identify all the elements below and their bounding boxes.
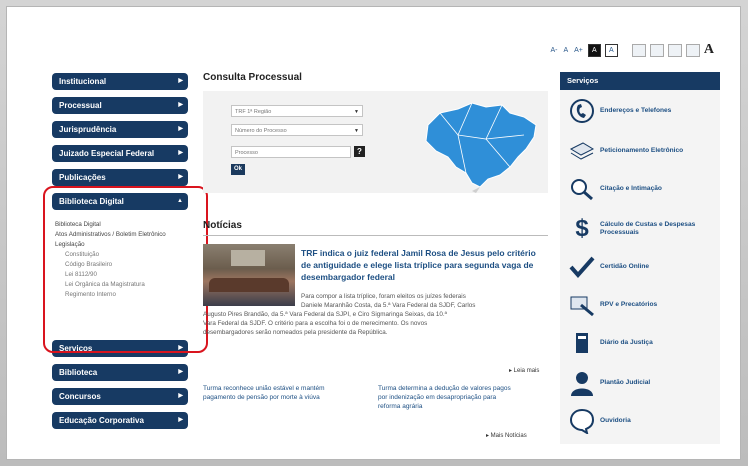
more-news-link[interactable]: ▸ Mais Notícias	[486, 432, 527, 439]
service-citacao[interactable]: Citação e Intimação	[560, 172, 720, 206]
process-input[interactable]: Processo	[231, 146, 351, 158]
magnifier-icon	[568, 176, 596, 202]
menu-juizado[interactable]: Juizado Especial Federal ▶	[52, 145, 188, 162]
menu-biblioteca[interactable]: Biblioteca ▶	[52, 364, 188, 381]
accessibility-toolbar: A- A A+ A A A	[549, 42, 714, 58]
services-title: Serviços	[560, 72, 720, 90]
brazil-map-icon[interactable]	[406, 95, 546, 193]
news-headline[interactable]: TRF indica o juiz federal Jamil Rosa de …	[301, 247, 546, 283]
menu-institucional[interactable]: Institucional ▶	[52, 73, 188, 90]
service-rpv[interactable]: RPV e Precatórios	[560, 288, 720, 322]
highlight-box	[43, 186, 208, 353]
service-peticionamento[interactable]: Peticionamento Eletrônico	[560, 134, 720, 168]
news-item-2[interactable]: Turma reconhece união estável e mantém p…	[203, 384, 343, 402]
consulta-title: Consulta Processual	[203, 72, 302, 83]
main-content: Consulta Processual TRF 1ª Região ▼ Númer…	[203, 72, 548, 439]
dollar-icon: $	[575, 215, 589, 242]
person-icon	[568, 370, 596, 396]
font-increase-button[interactable]: A+	[573, 47, 584, 54]
high-contrast-button[interactable]: A	[587, 43, 601, 57]
service-plantao[interactable]: Plantão Judicial	[560, 366, 720, 400]
service-certidao[interactable]: Certidão Online	[560, 250, 720, 284]
contact-icon	[568, 98, 596, 124]
news-item-3[interactable]: Turma determina a dedução de valores pag…	[378, 384, 518, 411]
book-icon	[568, 330, 596, 356]
mail-icon[interactable]	[649, 43, 664, 57]
service-diario[interactable]: Diário da Justiça	[560, 326, 720, 360]
menu-processual[interactable]: Processual ▶	[52, 97, 188, 114]
services-panel: Serviços Endereços e Telefones Peticiona…	[560, 72, 720, 444]
ok-button[interactable]: Ok	[231, 164, 245, 175]
consulta-panel: TRF 1ª Região ▼ Número do Processo ▼ Proce…	[203, 91, 548, 193]
menu-educacao[interactable]: Educação Corporativa ▶	[52, 412, 188, 429]
sitemap-icon[interactable]	[685, 43, 700, 57]
menu-jurisprudencia[interactable]: Jurisprudência ▶	[52, 121, 188, 138]
font-decrease-button[interactable]: A-	[549, 47, 558, 54]
menu-concursos[interactable]: Concursos ▶	[52, 388, 188, 405]
font-icon[interactable]: A	[704, 42, 714, 58]
news-body: Para compor a lista tríplice, foram elei…	[203, 293, 476, 336]
speech-bubble-icon	[568, 408, 596, 434]
search-icon[interactable]	[667, 43, 682, 57]
menu-publicacoes[interactable]: Publicações ▶	[52, 169, 188, 186]
normal-contrast-button[interactable]: A	[604, 43, 618, 57]
service-ouvidoria[interactable]: Ouvidoria	[560, 404, 720, 438]
service-enderecos[interactable]: Endereços e Telefones	[560, 94, 720, 128]
document-icon	[568, 138, 596, 164]
gavel-icon	[568, 292, 596, 318]
news-title: Notícias	[203, 220, 242, 231]
print-icon[interactable]	[631, 43, 646, 57]
region-select[interactable]: TRF 1ª Região ▼	[231, 105, 363, 117]
read-more-link[interactable]: ▸ Leia mais	[509, 367, 539, 374]
font-normal-button[interactable]: A	[562, 47, 569, 54]
checkmark-icon	[568, 254, 596, 280]
service-calculo[interactable]: $ Cálculo de Custas e Despesas Processua…	[560, 212, 720, 246]
help-icon[interactable]: ?	[354, 146, 365, 157]
news-divider	[203, 235, 548, 236]
search-type-select[interactable]: Número do Processo ▼	[231, 124, 363, 136]
